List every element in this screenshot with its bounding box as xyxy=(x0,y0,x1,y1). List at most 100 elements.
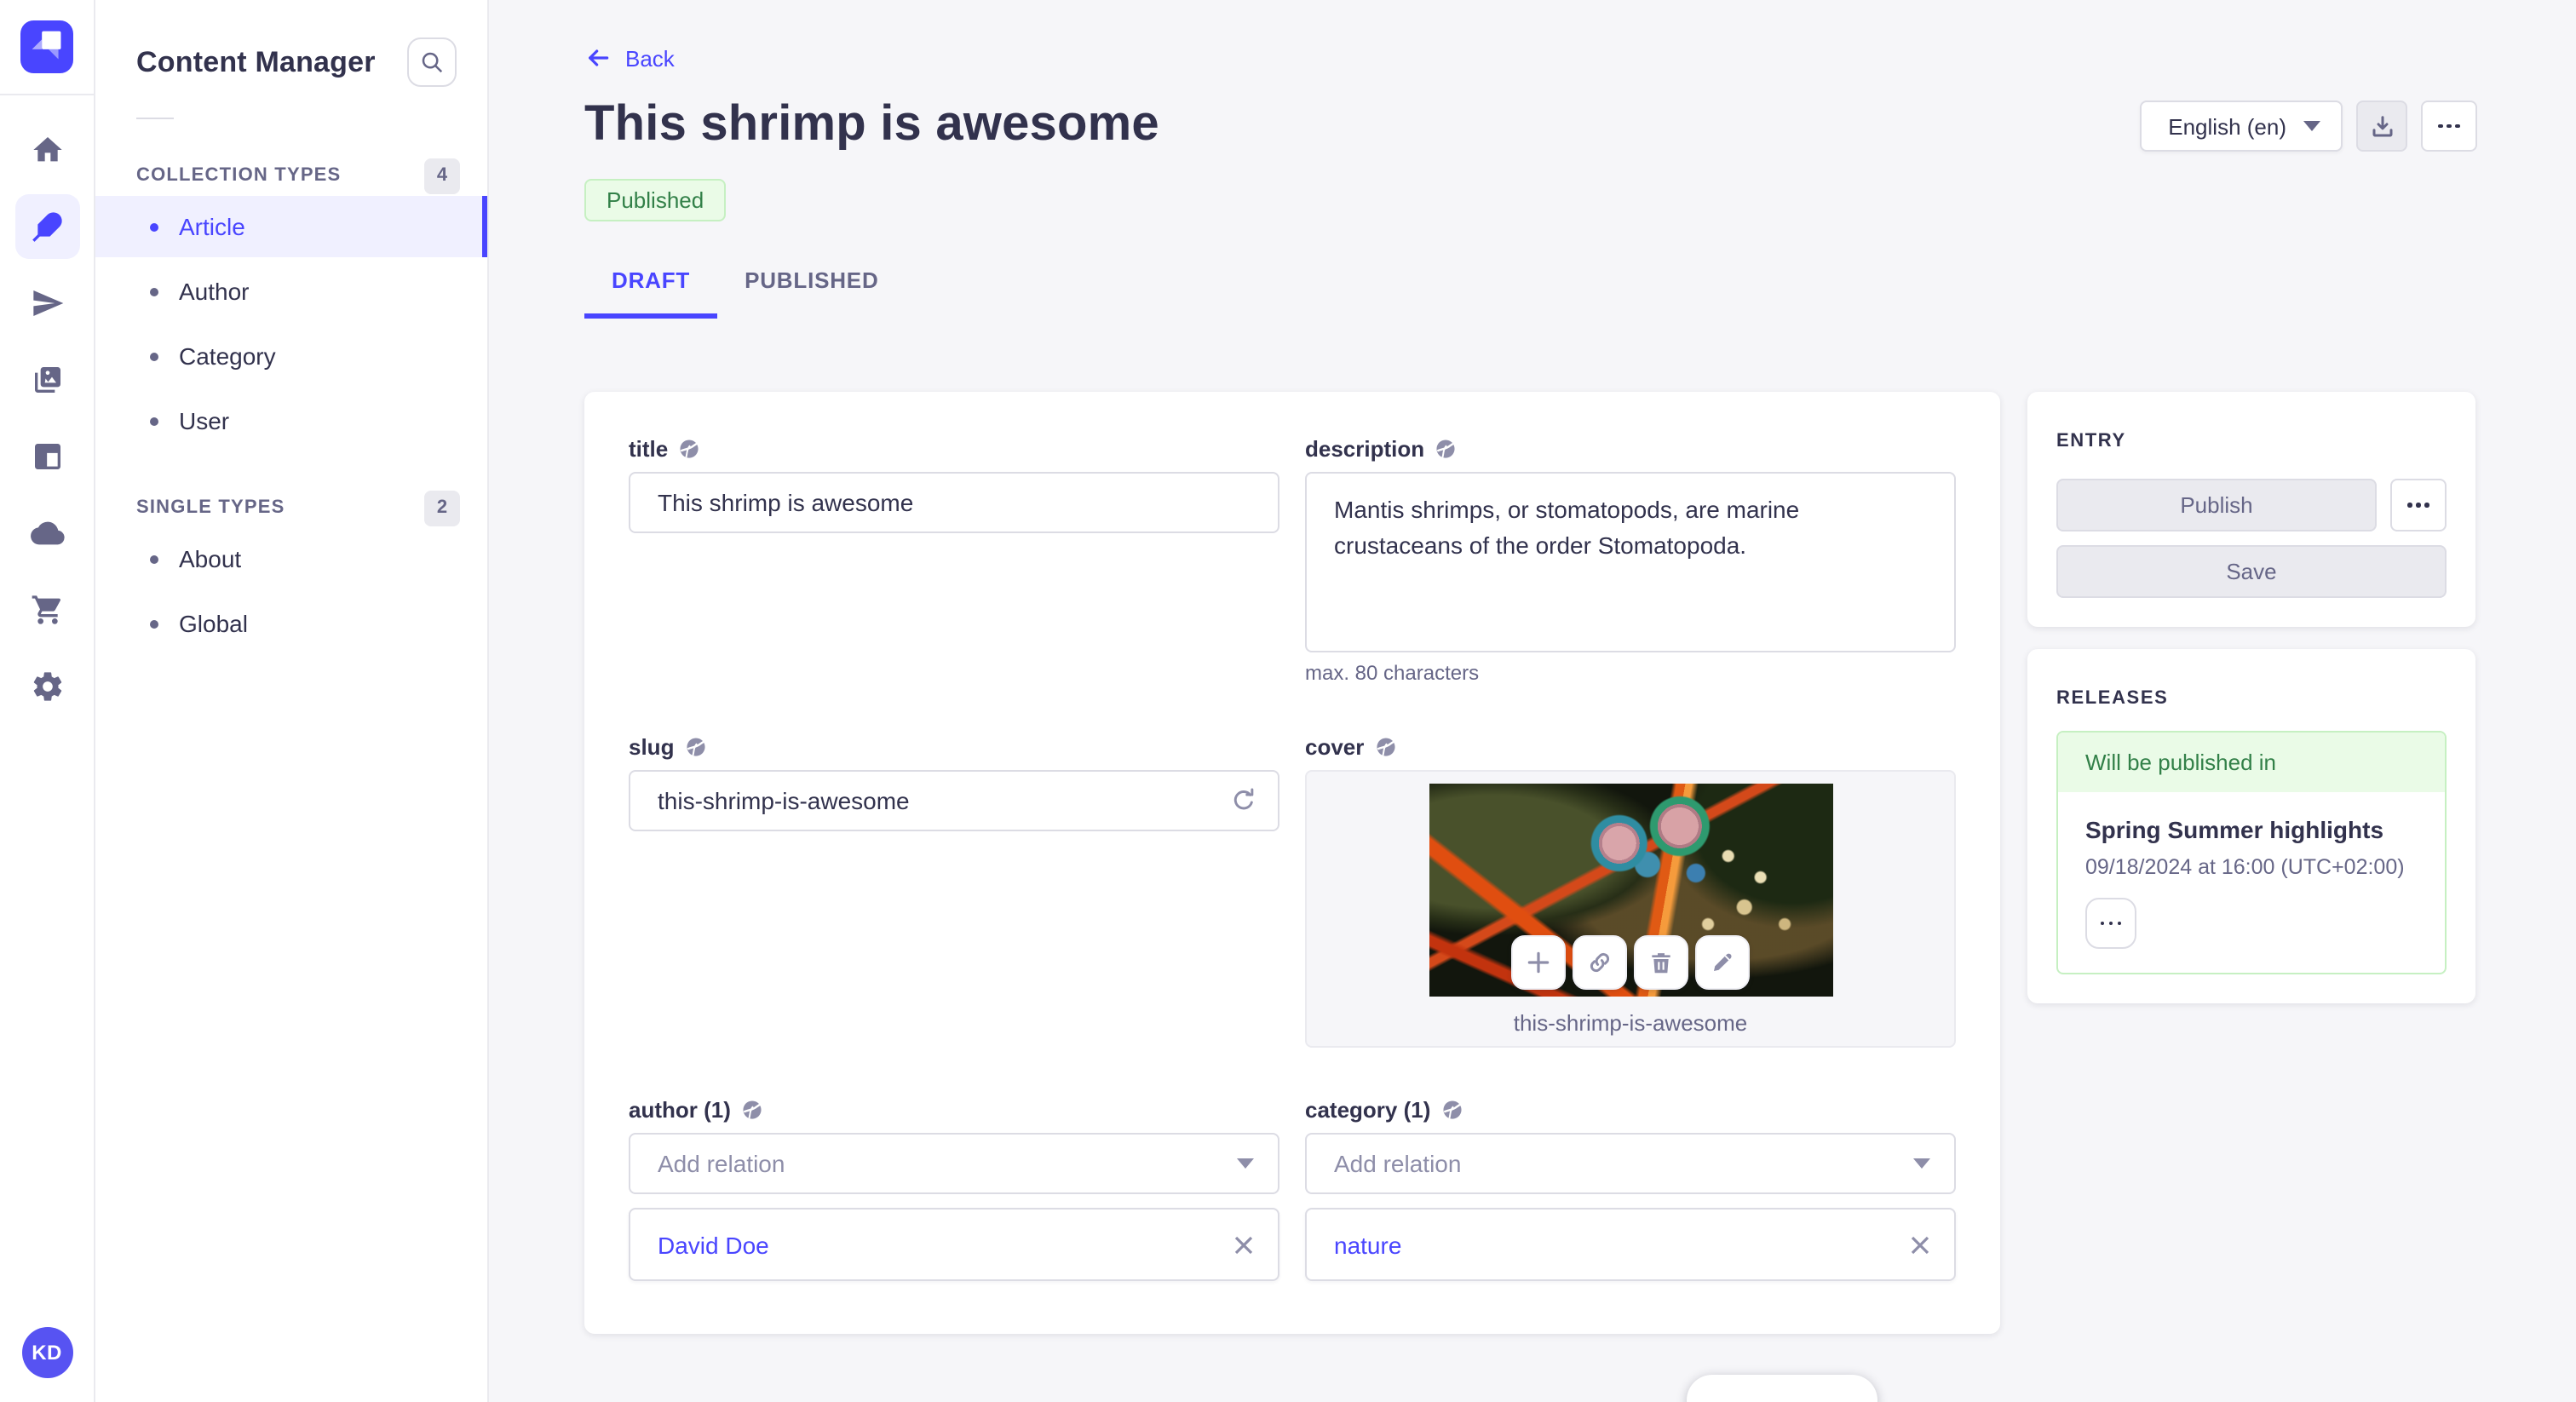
sidebar-item-about[interactable]: About xyxy=(95,528,487,589)
collection-types-count-badge: 4 xyxy=(424,158,460,193)
author-field-label: author (1) xyxy=(629,1097,731,1123)
release-card: Will be published in Spring Summer highl… xyxy=(2056,731,2447,974)
cover-toolbar xyxy=(1511,935,1750,990)
content-feather-icon[interactable] xyxy=(14,194,79,259)
layout-icon[interactable] xyxy=(14,424,79,489)
copy-link-button[interactable] xyxy=(1573,935,1627,990)
language-select[interactable]: English (en) xyxy=(2139,101,2343,152)
slug-input[interactable]: this-shrimp-is-awesome xyxy=(629,770,1279,831)
export-download-button[interactable] xyxy=(2356,101,2407,152)
description-textarea[interactable]: Mantis shrimps, or stomatopods, are mari… xyxy=(1305,472,1956,652)
entry-form-card: title This shrimp is awesome description… xyxy=(584,392,2000,1334)
bullet-icon xyxy=(150,554,158,563)
release-date: 09/18/2024 at 16:00 (UTC+02:00) xyxy=(2085,855,2405,879)
slug-field: slug this-shrimp-is-awesome xyxy=(629,734,1279,1056)
author-relation-link[interactable]: David Doe xyxy=(658,1231,769,1258)
cover-media-card: this-shrimp-is-awesome xyxy=(1305,770,1956,1048)
description-value: Mantis shrimps, or stomatopods, are mari… xyxy=(1334,496,1800,559)
download-icon xyxy=(2372,115,2392,136)
collection-types-label: COLLECTION TYPES xyxy=(136,165,342,186)
version-tabs: DRAFT PUBLISHED xyxy=(584,267,2477,319)
media-library-icon[interactable] xyxy=(14,348,79,412)
status-badge: Published xyxy=(584,179,727,221)
category-field-label: category (1) xyxy=(1305,1097,1431,1123)
sidebar-item-global[interactable]: Global xyxy=(95,593,487,654)
i18n-globe-icon xyxy=(1436,440,1455,458)
save-button[interactable]: Save xyxy=(2056,545,2447,598)
floating-widget-pill[interactable] xyxy=(1687,1375,1877,1402)
add-media-button[interactable] xyxy=(1511,935,1566,990)
title-input-value: This shrimp is awesome xyxy=(658,489,914,516)
i18n-globe-icon xyxy=(743,1100,762,1119)
sidebar-item-label: Author xyxy=(179,278,250,305)
content-manager-sidebar: Content Manager COLLECTION TYPES 4 Artic… xyxy=(95,0,489,1402)
pencil-icon xyxy=(1714,953,1732,971)
remove-category-relation-button[interactable] xyxy=(1910,1234,1930,1255)
title-input[interactable]: This shrimp is awesome xyxy=(629,472,1279,533)
send-plane-icon[interactable] xyxy=(14,271,79,336)
bullet-icon xyxy=(150,287,158,296)
i18n-globe-icon xyxy=(680,440,699,458)
entry-more-options-button[interactable] xyxy=(2390,479,2447,531)
category-relation-item: nature xyxy=(1305,1208,1956,1281)
chevron-down-icon xyxy=(1237,1158,1254,1169)
single-types-count-badge: 2 xyxy=(424,490,460,526)
header-more-options-button[interactable] xyxy=(2421,101,2477,152)
chevron-down-icon xyxy=(1913,1158,1930,1169)
sidebar-item-user[interactable]: User xyxy=(95,390,487,451)
main-nav-rail: KD xyxy=(0,0,95,1402)
publish-button[interactable]: Publish xyxy=(2056,479,2377,531)
main-content: Back This shrimp is awesome English (en)… xyxy=(489,0,2576,1402)
category-relation-field: category (1) Add relation nature xyxy=(1305,1097,1956,1290)
home-icon[interactable] xyxy=(14,118,79,182)
bullet-icon xyxy=(150,352,158,360)
cover-image-shrimp-photo[interactable] xyxy=(1429,784,1832,997)
author-relation-field: author (1) Add relation David Doe xyxy=(629,1097,1279,1290)
description-field-label: description xyxy=(1305,436,1425,462)
remove-author-relation-button[interactable] xyxy=(1233,1234,1254,1255)
cover-field: cover this-shrimp-is-awesome xyxy=(1305,734,1956,1056)
sidebar-item-article[interactable]: Article xyxy=(95,196,487,257)
strapi-logo[interactable] xyxy=(0,0,95,95)
bullet-icon xyxy=(150,417,158,425)
regenerate-refresh-icon[interactable] xyxy=(1230,787,1257,814)
tab-published[interactable]: PUBLISHED xyxy=(717,267,906,319)
description-field: description Mantis shrimps, or stomatopo… xyxy=(1305,436,1956,693)
slug-input-value: this-shrimp-is-awesome xyxy=(658,787,910,814)
title-field-label: title xyxy=(629,436,669,462)
sidebar-item-label: User xyxy=(179,407,230,434)
category-relation-placeholder: Add relation xyxy=(1334,1150,1462,1177)
bullet-icon xyxy=(150,619,158,628)
chevron-down-icon xyxy=(2303,121,2320,131)
settings-gear-icon[interactable] xyxy=(14,654,79,719)
sidebar-item-label: Article xyxy=(179,213,245,240)
plus-icon xyxy=(1527,951,1550,974)
sidebar-title: Content Manager xyxy=(136,45,376,78)
close-icon xyxy=(1234,1235,1253,1254)
marketplace-cart-icon[interactable] xyxy=(14,577,79,642)
ellipsis-icon xyxy=(2438,124,2443,129)
trash-icon xyxy=(1652,953,1670,974)
edit-media-button[interactable] xyxy=(1695,935,1750,990)
sidebar-item-category[interactable]: Category xyxy=(95,325,487,387)
page-title: This shrimp is awesome xyxy=(584,97,1159,152)
release-name: Spring Summer highlights xyxy=(2085,816,2384,843)
category-add-relation-combobox[interactable]: Add relation xyxy=(1305,1133,1956,1194)
single-types-label: SINGLE TYPES xyxy=(136,497,285,518)
release-more-options-button[interactable] xyxy=(2085,898,2136,949)
releases-panel-heading: RELEASES xyxy=(2056,688,2169,709)
ellipsis-icon xyxy=(2100,921,2105,926)
search-button[interactable] xyxy=(407,37,457,87)
author-add-relation-combobox[interactable]: Add relation xyxy=(629,1133,1279,1194)
app-window: KD Content Manager COLLECTION TYPES 4 Ar… xyxy=(0,0,2576,1402)
entry-panel: ENTRY Publish Save xyxy=(2027,392,2475,627)
user-avatar[interactable]: KD xyxy=(21,1327,72,1378)
tab-draft[interactable]: DRAFT xyxy=(584,267,718,319)
category-relation-link[interactable]: nature xyxy=(1334,1231,1401,1258)
cloud-icon[interactable] xyxy=(14,501,79,566)
back-link[interactable]: Back xyxy=(584,44,675,72)
delete-media-button[interactable] xyxy=(1634,935,1688,990)
sidebar-item-label: Global xyxy=(179,610,248,637)
sidebar-item-author[interactable]: Author xyxy=(95,261,487,322)
sidebar-divider xyxy=(136,118,174,119)
